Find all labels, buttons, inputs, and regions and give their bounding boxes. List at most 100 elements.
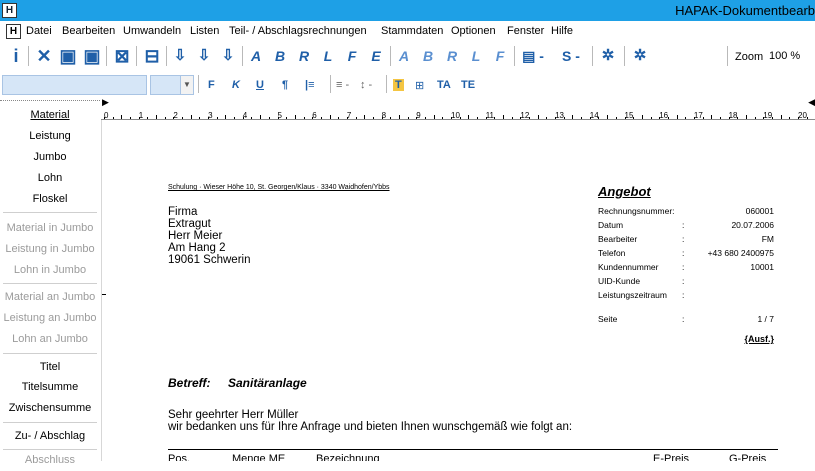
info-colon: : bbox=[682, 248, 685, 258]
spacing-dropdown[interactable]: ↕ - bbox=[360, 79, 372, 91]
font-select[interactable] bbox=[2, 75, 147, 95]
sidebar-item-titelsumme[interactable]: Titelsumme bbox=[0, 377, 100, 398]
ausf-field[interactable]: {Ausf.} bbox=[744, 334, 774, 344]
border-button[interactable]: ⊞ bbox=[415, 79, 424, 92]
doc-f-icon[interactable]: F bbox=[342, 46, 362, 66]
table-header-bezeichnung: Bezeichnung bbox=[316, 453, 380, 461]
sidebar: Material Leistung Jumbo Lohn Floskel Mat… bbox=[0, 99, 102, 466]
print-icon[interactable]: ⊟ bbox=[142, 46, 162, 66]
sidebar-item-leistung-an-jumbo[interactable]: Leistung an Jumbo bbox=[0, 308, 100, 329]
sidebar-item-jumbo[interactable]: Jumbo bbox=[0, 147, 100, 168]
sidebar-item-lohn[interactable]: Lohn bbox=[0, 168, 100, 189]
info-label: Leistungszeitraum bbox=[598, 290, 667, 300]
page-b-icon[interactable]: B bbox=[418, 46, 438, 66]
font-size-select[interactable]: ▼ bbox=[150, 75, 194, 95]
ruler-number: 16 bbox=[659, 111, 669, 120]
doc-b-icon[interactable]: B bbox=[270, 46, 290, 66]
export2-icon[interactable]: ⇩ bbox=[218, 46, 238, 66]
intro-text: wir bedanken uns für Ihre Anfrage und bi… bbox=[168, 421, 573, 433]
ruler-tick bbox=[485, 117, 487, 119]
cancel-icon[interactable]: ⊠ bbox=[112, 46, 132, 66]
ruler-tick bbox=[754, 117, 756, 119]
sidebar-item-material[interactable]: Material bbox=[0, 105, 100, 126]
document-page[interactable]: Schulung · Wieser Höhe 10, St. Georgen/K… bbox=[102, 120, 815, 461]
page-dropdown-icon[interactable]: ▤ - bbox=[518, 46, 548, 66]
doc-r-icon[interactable]: R bbox=[294, 46, 314, 66]
ruler[interactable]: ▶ ◀ 0 1 2 3 4 5 6 7 8 9 10 11 12 13 14 15 16 17 18 19 20 bbox=[101, 97, 815, 120]
ruler-tick bbox=[459, 117, 461, 119]
info-label: UID-Kunde bbox=[598, 276, 641, 286]
page-f-icon[interactable]: F bbox=[490, 46, 510, 66]
ruler-tick bbox=[364, 115, 366, 119]
gear-page-icon[interactable]: ✲ bbox=[630, 46, 650, 66]
underline-button[interactable]: U bbox=[256, 79, 264, 91]
doc-e-icon[interactable]: E bbox=[366, 46, 386, 66]
align-dropdown[interactable]: ≡ - bbox=[336, 79, 349, 91]
ruler-tick bbox=[112, 117, 114, 119]
ruler-tick bbox=[390, 117, 392, 119]
ruler-tick bbox=[372, 117, 374, 119]
page-r-icon[interactable]: R bbox=[442, 46, 462, 66]
menu-umwandeln[interactable]: Umwandeln bbox=[123, 25, 181, 37]
zoom-input[interactable]: 100 % bbox=[766, 48, 815, 64]
font-e-button[interactable]: TE bbox=[461, 79, 475, 91]
menu-hilfe[interactable]: Hilfe bbox=[551, 25, 573, 37]
sidebar-item-material-in-jumbo[interactable]: Material in Jumbo bbox=[0, 218, 100, 239]
sidebar-separator bbox=[3, 353, 97, 354]
menu-app-icon[interactable]: H bbox=[6, 24, 21, 39]
sidebar-item-zu-abschlag[interactable]: Zu- / Abschlag bbox=[0, 426, 100, 447]
paragraph-button[interactable]: ¶ bbox=[282, 79, 288, 91]
ruler-left-marker-icon[interactable]: ▶ bbox=[102, 97, 109, 108]
chevron-down-icon[interactable]: ▼ bbox=[180, 76, 193, 94]
sidebar-item-material-an-jumbo[interactable]: Material an Jumbo bbox=[0, 287, 100, 308]
ruler-tick bbox=[624, 117, 626, 119]
info-row: Telefon : +43 680 2400975 bbox=[598, 248, 774, 262]
ruler-tick bbox=[771, 117, 773, 119]
sidebar-item-lohn-in-jumbo[interactable]: Lohn in Jumbo bbox=[0, 260, 100, 281]
sidebar-item-titel[interactable]: Titel bbox=[0, 357, 100, 378]
bold-button[interactable]: F bbox=[208, 79, 215, 91]
sidebar-item-lohn-an-jumbo[interactable]: Lohn an Jumbo bbox=[0, 329, 100, 350]
delete-icon[interactable]: ✕ bbox=[34, 46, 54, 66]
menu-bearbeiten[interactable]: Bearbeiten bbox=[62, 25, 115, 37]
ruler-tick bbox=[711, 115, 713, 119]
menu-listen[interactable]: Listen bbox=[190, 25, 219, 37]
indent-button[interactable]: |≡ bbox=[305, 79, 315, 91]
font-a-button[interactable]: TA bbox=[437, 79, 451, 91]
save-icon[interactable]: ▣ bbox=[58, 46, 78, 66]
page-l-icon[interactable]: L bbox=[466, 46, 486, 66]
ruler-tick bbox=[572, 115, 574, 119]
info-label: Bearbeiter bbox=[598, 234, 638, 244]
sidebar-item-zwischensumme[interactable]: Zwischensumme bbox=[0, 398, 100, 419]
menu-fenster[interactable]: Fenster bbox=[507, 25, 544, 37]
sidebar-item-floskel[interactable]: Floskel bbox=[0, 189, 100, 210]
app-icon[interactable]: H bbox=[2, 3, 17, 18]
ruler-tick bbox=[685, 117, 687, 119]
doc-l-icon[interactable]: L bbox=[318, 46, 338, 66]
zoom-label: Zoom bbox=[735, 51, 764, 63]
italic-button[interactable]: K bbox=[232, 79, 240, 91]
ruler-tick bbox=[702, 117, 704, 119]
import-icon[interactable]: ⇩ bbox=[170, 46, 190, 66]
page-a-icon[interactable]: A bbox=[394, 46, 414, 66]
text-color-button[interactable]: T bbox=[393, 79, 404, 91]
ruler-tick bbox=[225, 115, 227, 119]
info-icon[interactable]: i bbox=[8, 46, 24, 66]
menu-stammdaten[interactable]: Stammdaten bbox=[381, 25, 443, 37]
menu-datei[interactable]: Datei bbox=[26, 25, 52, 37]
ruler-tick bbox=[294, 115, 296, 119]
menu-optionen[interactable]: Optionen bbox=[451, 25, 496, 37]
sidebar-separator bbox=[3, 212, 97, 213]
menu-teil-abschlagsrechnungen[interactable]: Teil- / Abschlagsrechnungen bbox=[229, 25, 367, 37]
export-icon[interactable]: ⇩ bbox=[194, 46, 214, 66]
address-line: Firma bbox=[168, 206, 198, 218]
ruler-right-marker-icon[interactable]: ◀ bbox=[808, 97, 815, 108]
info-value: FM bbox=[761, 234, 774, 244]
gear-icon[interactable]: ✲ bbox=[598, 46, 618, 66]
sidebar-item-leistung[interactable]: Leistung bbox=[0, 126, 100, 147]
ruler-tick bbox=[763, 117, 765, 119]
sidebar-item-leistung-in-jumbo[interactable]: Leistung in Jumbo bbox=[0, 239, 100, 260]
save-all-icon[interactable]: ▣ bbox=[82, 46, 102, 66]
doc-a-icon[interactable]: A bbox=[246, 46, 266, 66]
page-s-dropdown-icon[interactable]: S - bbox=[556, 46, 586, 66]
